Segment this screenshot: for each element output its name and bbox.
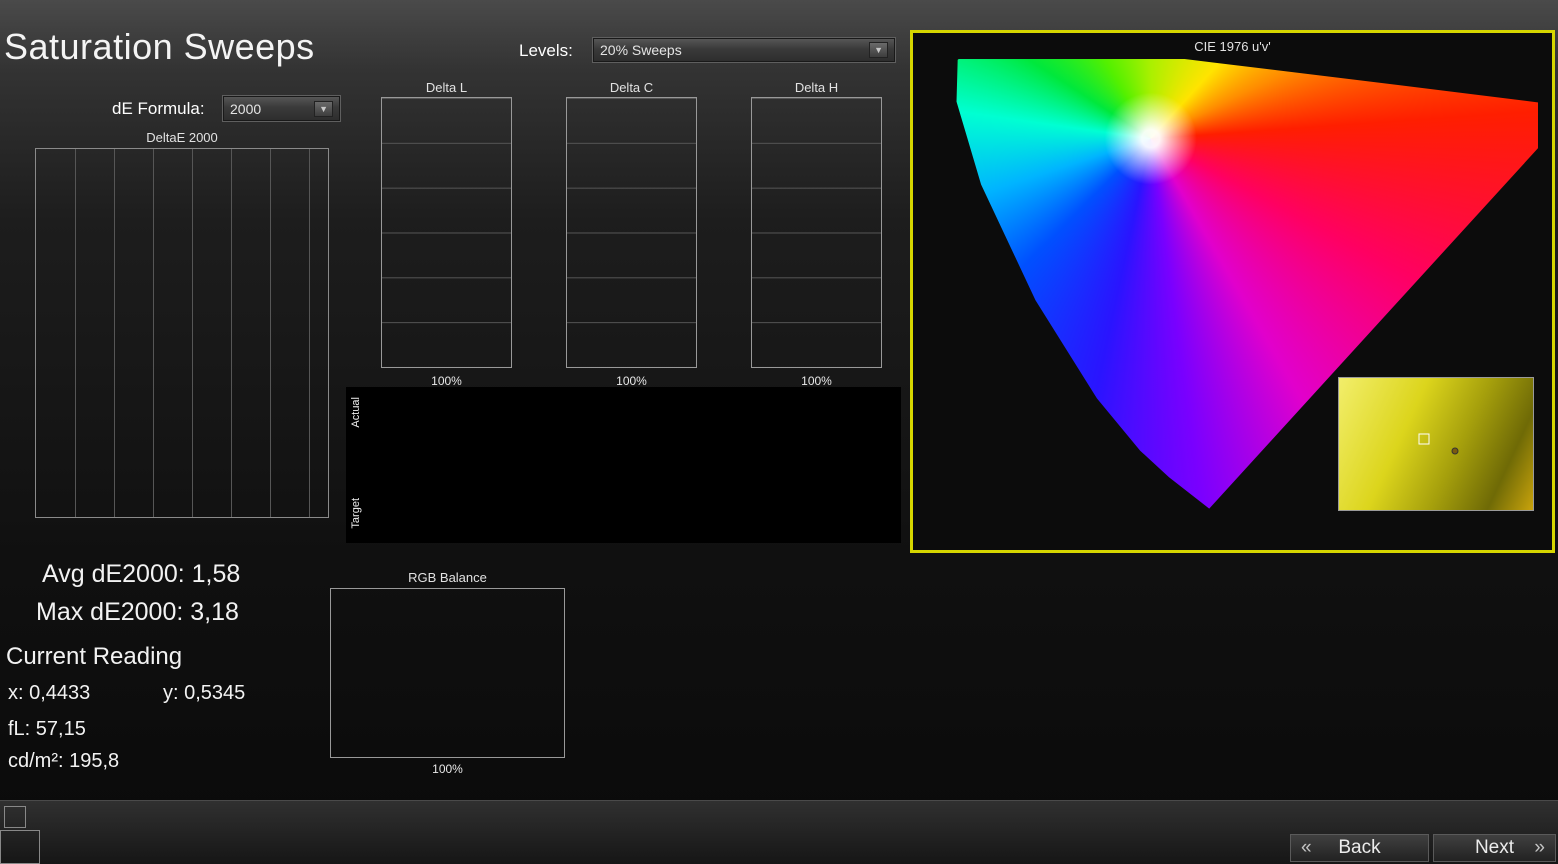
delta-l-plot: [381, 97, 512, 368]
de-formula-label: dE Formula:: [112, 99, 205, 119]
delta-c-x-label: 100%: [566, 374, 697, 388]
delta-c-title: Delta C: [566, 80, 697, 95]
swatch-strip: Actual Target: [346, 387, 901, 543]
bottom-toolbar: « Back Next »: [0, 800, 1558, 864]
inset-target-marker: [1419, 433, 1430, 444]
deltae-x-axis: [35, 522, 329, 538]
delta-l-y-axis: [348, 97, 377, 368]
gridline: [153, 149, 154, 517]
rgb-balance-chart: RGB Balance 100%: [300, 570, 570, 782]
de-formula-dropdown[interactable]: 2000 ▼: [223, 96, 340, 121]
back-button[interactable]: « Back: [1290, 834, 1429, 862]
delta-h-x-label: 100%: [751, 374, 882, 388]
max-de2000: Max dE2000: 3,18: [36, 598, 239, 627]
current-y: y: 0,5345: [163, 682, 245, 705]
cie-chart-panel[interactable]: CIE 1976 u'v': [910, 30, 1555, 553]
back-label: Back: [1338, 837, 1380, 858]
patch-indicator-yellow: [0, 830, 40, 864]
deltae-chart-title: DeltaE 2000: [35, 130, 329, 145]
levels-label: Levels:: [519, 41, 573, 61]
rgb-plot: [330, 588, 565, 758]
next-label: Next: [1475, 837, 1514, 858]
page-title: Saturation Sweeps: [4, 26, 315, 68]
delta-l-x-label: 100%: [381, 374, 512, 388]
levels-value: 20% Sweeps: [600, 42, 682, 58]
gridline: [270, 149, 271, 517]
current-cdm2: cd/m²: 195,8: [8, 750, 119, 773]
rgb-x-label: 100%: [330, 762, 565, 776]
chevron-left-icon: «: [1301, 837, 1312, 859]
current-fl: fL: 57,15: [8, 718, 86, 741]
next-button[interactable]: Next »: [1433, 834, 1556, 862]
rgb-y-axis: [300, 588, 327, 758]
delta-h-chart: Delta H 100%: [718, 80, 886, 392]
gridline: [309, 149, 310, 517]
avg-de2000: Avg dE2000: 1,58: [42, 560, 240, 589]
gridline: [114, 149, 115, 517]
inset-measured-dot: [1452, 447, 1459, 454]
delta-h-plot: [751, 97, 882, 368]
current-reading-heading: Current Reading: [6, 643, 182, 671]
delta-c-chart: Delta C 100%: [533, 80, 701, 392]
gridline: [231, 149, 232, 517]
de-formula-value: 2000: [230, 101, 261, 117]
delta-c-y-axis: [533, 97, 562, 368]
chevron-right-icon: »: [1534, 837, 1545, 859]
delta-l-chart: Delta L 100%: [348, 80, 516, 392]
target-row-label: Target: [350, 498, 362, 529]
delta-h-title: Delta H: [751, 80, 882, 95]
cie-chart-title: CIE 1976 u'v': [913, 39, 1552, 54]
deltae-chart-panel: DeltaE 2000: [0, 128, 336, 543]
deltae-plot: [35, 148, 329, 518]
actual-row-label: Actual: [350, 397, 362, 428]
deltae-y-axis: [0, 148, 32, 518]
gridline: [75, 149, 76, 517]
cie-inset-zoom: [1338, 377, 1534, 511]
chevron-down-icon: ▼: [869, 42, 888, 58]
current-x: x: 0,4433: [8, 682, 90, 705]
rgb-balance-title: RGB Balance: [330, 570, 565, 585]
delta-h-y-axis: [718, 97, 747, 368]
gridline: [192, 149, 193, 517]
app-window: Saturation Sweeps Levels: 20% Sweeps ▼ d…: [0, 0, 1558, 864]
patch-indicator-white: [4, 806, 26, 828]
delta-l-title: Delta L: [381, 80, 512, 95]
chevron-down-icon: ▼: [314, 101, 333, 117]
delta-c-plot: [566, 97, 697, 368]
levels-dropdown[interactable]: 20% Sweeps ▼: [593, 38, 895, 62]
cie-plot: [953, 59, 1538, 522]
